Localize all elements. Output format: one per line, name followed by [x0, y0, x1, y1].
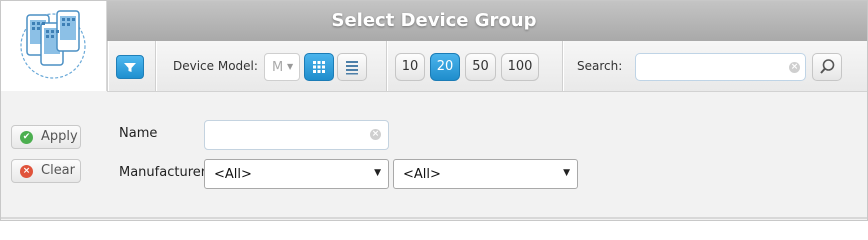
page-size-20-button[interactable]: 20	[430, 53, 460, 81]
filter-button[interactable]	[116, 55, 144, 79]
bottom-divider	[1, 217, 867, 219]
cancel-icon: ×	[20, 165, 33, 178]
toolbar-divider	[386, 41, 387, 91]
grid-view-icon	[313, 61, 325, 73]
page-size-100-button[interactable]: 100	[501, 53, 539, 81]
device-model-select[interactable]: M ▼	[264, 53, 300, 81]
toolbar-divider	[107, 41, 108, 91]
check-icon: ✔	[20, 131, 33, 144]
list-view-button[interactable]	[337, 53, 367, 81]
title-bar: Select Device Group	[1, 1, 867, 41]
model-select[interactable]: <All> ▼	[393, 159, 578, 189]
name-label: Name	[119, 126, 158, 141]
toolbar-divider	[562, 41, 563, 91]
clear-label: Clear	[41, 163, 75, 178]
clear-search-icon[interactable]: ×	[789, 62, 800, 73]
page-size-50-button[interactable]: 50	[465, 53, 496, 81]
magnifier-icon	[820, 59, 835, 74]
manufacturer-label: Manufacturer	[119, 165, 207, 180]
clear-name-icon[interactable]: ×	[370, 129, 381, 140]
search-button[interactable]	[812, 53, 842, 81]
apply-button[interactable]: ✔ Apply	[11, 125, 81, 149]
list-view-icon	[346, 61, 358, 75]
grid-view-button[interactable]	[304, 53, 334, 81]
chevron-down-icon: ▼	[563, 168, 570, 178]
clear-button[interactable]: × Clear	[11, 159, 81, 183]
toolbar: Device Model: M ▼ 10 20 50 100 Search: ×	[107, 41, 867, 92]
filter-icon	[124, 63, 136, 72]
device-model-value: M	[272, 60, 284, 75]
devices-icon	[20, 10, 86, 79]
search-input[interactable]: ×	[635, 53, 806, 81]
apply-label: Apply	[41, 129, 78, 144]
manufacturer-value: <All>	[214, 167, 252, 182]
device-model-label: Device Model:	[173, 59, 258, 73]
chevron-down-icon: ▼	[287, 62, 294, 71]
page-size-10-button[interactable]: 10	[395, 53, 425, 81]
search-label: Search:	[577, 59, 623, 73]
chevron-down-icon: ▼	[374, 168, 381, 178]
name-input[interactable]: ×	[204, 120, 389, 150]
device-group-logo	[1, 1, 107, 91]
manufacturer-select[interactable]: <All> ▼	[204, 159, 389, 189]
model-value: <All>	[403, 167, 441, 182]
toolbar-divider	[155, 41, 156, 91]
dialog-title: Select Device Group	[331, 10, 537, 31]
